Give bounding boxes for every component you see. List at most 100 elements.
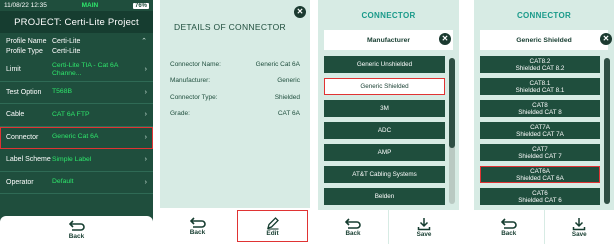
item-desc: Shielded CAT 8.2 xyxy=(515,64,565,72)
item-desc: Shielded CAT 6A xyxy=(516,174,564,182)
profile-name-label: Profile Name xyxy=(6,37,47,45)
setting-label: Cable xyxy=(6,111,25,119)
scrollbar-thumb[interactable] xyxy=(604,58,610,204)
close-icon[interactable]: ✕ xyxy=(600,33,612,45)
manufacturer-list: Generic Unshielded Generic Shielded 3M A… xyxy=(324,56,445,210)
back-arrow-icon xyxy=(68,220,85,231)
list-item[interactable]: 3M xyxy=(324,100,445,117)
item-code: CAT6 xyxy=(532,189,548,197)
list-item[interactable]: AT&T Cabling Systems xyxy=(324,166,445,183)
item-desc: Shielded CAT 6 xyxy=(518,196,562,204)
scrollbar-thumb[interactable] xyxy=(449,58,455,148)
connector-list: CAT8.2 Shielded CAT 8.2 CAT8.1 Shielded … xyxy=(480,56,600,210)
status-bar: 11/08/22 12:35 MAIN 76% xyxy=(0,0,153,11)
list-item[interactable]: ADC xyxy=(324,122,445,139)
setting-value: Generic Cat 6A xyxy=(52,133,99,141)
chevron-right-icon: › xyxy=(144,66,147,74)
list-item[interactable]: Belden xyxy=(324,188,445,205)
setting-value: Certi-Lite TIA - Cat 6A Channe... xyxy=(52,61,118,77)
profile-type-line: Profile Type Certi-Lite xyxy=(6,46,147,56)
list-item[interactable]: AMP xyxy=(324,144,445,161)
field-value: Generic xyxy=(277,77,300,85)
scrollbar[interactable] xyxy=(604,58,610,204)
back-arrow-icon xyxy=(345,217,361,229)
back-arrow-icon xyxy=(189,216,206,228)
list-item[interactable]: Generic Unshielded xyxy=(324,56,445,73)
download-icon xyxy=(573,217,586,230)
chevron-right-icon: › xyxy=(144,88,147,96)
item-code: CAT8.2 xyxy=(529,57,551,65)
scrollbar[interactable] xyxy=(449,58,455,204)
setting-row-connector[interactable]: Connector Generic Cat 6A › xyxy=(0,126,153,149)
field-connector-name: Connector Name: Generic Cat 6A xyxy=(170,56,300,73)
list-item[interactable]: CAT7 Shielded CAT 7 xyxy=(480,144,600,161)
item-code: CAT8.1 xyxy=(529,79,551,87)
field-grade: Grade: CAT 6A xyxy=(170,106,300,123)
back-button[interactable]: Back xyxy=(160,208,235,244)
back-label: Back xyxy=(345,229,361,237)
list-item[interactable]: CAT8.2 Shielded CAT 8.2 xyxy=(480,56,600,73)
list-item-selected[interactable]: Generic Shielded xyxy=(324,78,445,95)
setting-row-label-scheme[interactable]: Label Scheme Simple Label › xyxy=(0,149,153,172)
edit-button[interactable]: Edit xyxy=(235,208,310,244)
dialog-title: DETAILS OF CONNECTOR xyxy=(174,22,286,32)
field-connector-type: Connector Type: Shielded xyxy=(170,89,300,106)
subheader-label: Generic Shielded xyxy=(516,36,572,44)
list-item[interactable]: CAT6 Shielded CAT 6 xyxy=(480,188,600,205)
setting-label: Operator xyxy=(6,178,34,186)
bottom-bar: Back Save xyxy=(318,210,459,244)
setting-row-test-option[interactable]: Test Option T568B › xyxy=(0,82,153,104)
save-label: Save xyxy=(416,230,432,238)
item-code: CAT7 xyxy=(532,145,548,153)
profile-type-value: Certi-Lite xyxy=(52,47,81,55)
back-label: Back xyxy=(68,233,85,240)
item-desc: Shielded CAT 8.1 xyxy=(515,86,565,94)
back-button[interactable]: Back xyxy=(474,210,544,244)
chevron-right-icon: › xyxy=(144,133,147,141)
field-value: Shielded xyxy=(274,93,300,101)
field-manufacturer: Manufacturer: Generic xyxy=(170,73,300,90)
page-title: PROJECT: Certi-Lite Project xyxy=(0,11,153,33)
back-button[interactable]: Back xyxy=(0,216,153,244)
connector-grade-screen: CONNECTOR Generic Shielded ✕ CAT8.2 Shie… xyxy=(474,0,614,244)
chevron-right-icon: › xyxy=(144,111,147,119)
field-label: Manufacturer: xyxy=(170,77,211,85)
save-label: Save xyxy=(571,230,587,238)
save-button[interactable]: Save xyxy=(543,210,614,244)
setting-label: Test Option xyxy=(6,88,42,96)
close-icon[interactable]: ✕ xyxy=(294,6,306,18)
back-label: Back xyxy=(501,229,517,237)
list-item[interactable]: CAT8.1 Shielded CAT 8.1 xyxy=(480,78,600,95)
details-panel: DETAILS OF CONNECTOR ✕ Connector Name: G… xyxy=(166,6,306,194)
close-icon[interactable]: ✕ xyxy=(439,33,451,45)
bottom-bar: Back Save xyxy=(474,210,614,244)
field-label: Connector Type: xyxy=(170,93,218,101)
project-screen: 11/08/22 12:35 MAIN 76% PROJECT: Certi-L… xyxy=(0,0,153,244)
item-code: CAT6A xyxy=(530,167,550,175)
chevron-right-icon: › xyxy=(144,156,147,164)
profile-name-line[interactable]: Profile Name Certi-Lite ⌃ xyxy=(6,36,147,46)
setting-row-limit[interactable]: Limit Certi-Lite TIA - Cat 6A Channe... … xyxy=(0,59,153,82)
save-button[interactable]: Save xyxy=(388,210,459,244)
chevron-right-icon: › xyxy=(144,178,147,186)
setting-label: Connector xyxy=(6,133,39,141)
manufacturer-screen: CONNECTOR Manufacturer ✕ Generic Unshiel… xyxy=(318,0,459,244)
list-item[interactable]: CAT7A Shielded CAT 7A xyxy=(480,122,600,139)
edit-label: Edit xyxy=(266,229,279,237)
setting-value: CAT 6A FTP xyxy=(52,110,90,118)
list-item-selected[interactable]: CAT6A Shielded CAT 6A xyxy=(480,166,600,183)
back-button[interactable]: Back xyxy=(318,210,388,244)
chevron-up-icon: ⌃ xyxy=(141,38,147,45)
screen-header: CONNECTOR xyxy=(516,10,572,20)
field-value: CAT 6A xyxy=(277,110,300,118)
download-icon xyxy=(417,217,431,230)
setting-row-operator[interactable]: Operator Default › xyxy=(0,172,153,194)
setting-value: Default xyxy=(52,178,74,186)
profile-name-value: Certi-Lite xyxy=(52,37,81,45)
setting-value: Simple Label xyxy=(52,155,92,163)
list-item[interactable]: CAT8 Shielded CAT 8 xyxy=(480,100,600,117)
back-arrow-icon xyxy=(500,217,517,229)
setting-row-cable[interactable]: Cable CAT 6A FTP › xyxy=(0,104,153,127)
item-desc: Shielded CAT 7 xyxy=(518,152,562,160)
connector-details-screen: DETAILS OF CONNECTOR ✕ Connector Name: G… xyxy=(160,0,310,244)
